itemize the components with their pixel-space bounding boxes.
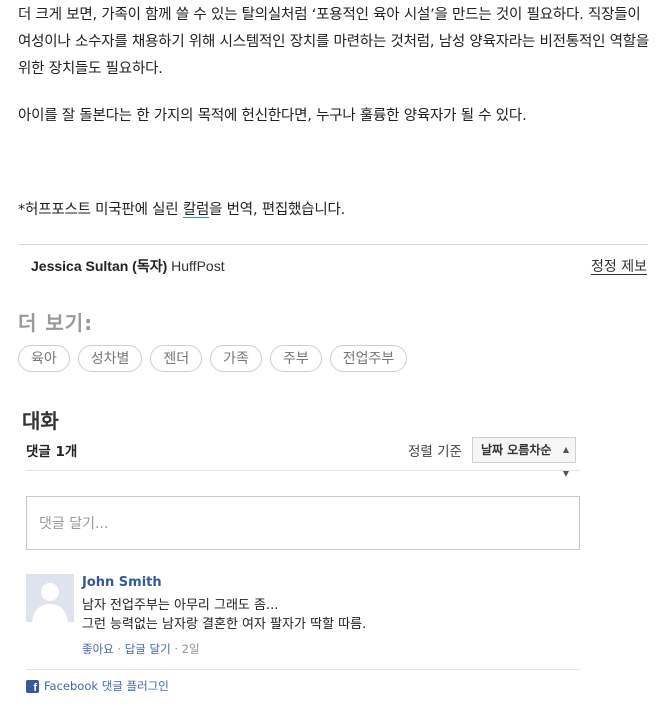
article-paragraph: 더 크게 보면, 가족이 함께 쓸 수 있는 탈의실처럼 ‘포용적인 육아 시설… xyxy=(18,7,650,77)
outlet-name: HuffPost xyxy=(171,258,225,274)
tag-item[interactable]: 젠더 xyxy=(150,345,203,372)
comment-body: 남자 전업주부는 아무리 그래도 좀... 그런 능력없는 남자랑 결혼한 여자… xyxy=(82,596,366,634)
report-correction-link[interactable]: 정정 제보 xyxy=(591,256,647,276)
tag-item[interactable]: 가족 xyxy=(210,345,262,372)
more-section-title: 더 보기: xyxy=(18,311,94,335)
avatar[interactable] xyxy=(26,574,74,622)
column-link[interactable]: 칼럼 xyxy=(183,202,209,218)
comment-line: 그런 능력없는 남자랑 결혼한 여자 팔자가 딱할 따름. xyxy=(82,617,367,632)
conversation-title: 대화 xyxy=(22,409,59,433)
commenter-name[interactable]: John Smith xyxy=(82,575,162,590)
sort-value: 날짜 오름차순 xyxy=(481,443,552,457)
sort-label: 정렬 기준 xyxy=(408,444,462,460)
separator: · xyxy=(117,642,125,656)
tag-item[interactable]: 육아 xyxy=(18,345,70,372)
author-name: Jessica Sultan (독자) xyxy=(31,258,168,274)
separator: · xyxy=(174,642,182,656)
reply-link[interactable]: 답글 달기 xyxy=(125,642,171,656)
byline-divider xyxy=(18,244,648,245)
translation-note: *허프포스트 미국판에 실린 칼럼을 번역, 편집했습니다. xyxy=(18,197,650,224)
tag-item[interactable]: 전업주부 xyxy=(329,345,408,372)
facebook-icon: f xyxy=(26,679,39,694)
translation-note-text: *허프포스트 미국판에 실린 xyxy=(18,202,183,218)
default-avatar-icon xyxy=(26,574,74,622)
tag-item[interactable]: 성차별 xyxy=(77,345,143,372)
translation-note-text: 을 번역, 편집했습니다. xyxy=(209,202,346,218)
tag-list: 육아 성차별 젠더 가족 주부 전업주부 xyxy=(18,345,408,372)
comments-divider xyxy=(26,470,580,471)
comment-actions: 좋아요 · 답글 달기 · 2일 xyxy=(82,641,200,657)
comment-input[interactable]: 댓글 달기... xyxy=(26,496,580,550)
facebook-plugin-link[interactable]: f Facebook 댓글 플러그인 xyxy=(26,678,169,694)
sort-arrows-icon: ▲ ▼ xyxy=(562,445,569,478)
like-link[interactable]: 좋아요 xyxy=(82,642,114,656)
comment-count: 댓글 1개 xyxy=(26,444,78,460)
comment-line: 남자 전업주부는 아무리 그래도 좀... xyxy=(82,598,279,613)
sort-select[interactable]: 날짜 오름차순 ▲ ▼ xyxy=(472,437,576,478)
article-paragraph: 아이를 잘 돌본다는 한 가지의 목적에 헌신한다면, 누구나 훌륭한 양육자가… xyxy=(18,108,527,124)
plugin-label: Facebook 댓글 플러그인 xyxy=(44,679,169,693)
comment-time[interactable]: 2일 xyxy=(182,642,200,656)
tag-item[interactable]: 주부 xyxy=(269,345,322,372)
byline: Jessica Sultan (독자) HuffPost xyxy=(31,256,225,276)
plugin-divider xyxy=(26,669,580,670)
